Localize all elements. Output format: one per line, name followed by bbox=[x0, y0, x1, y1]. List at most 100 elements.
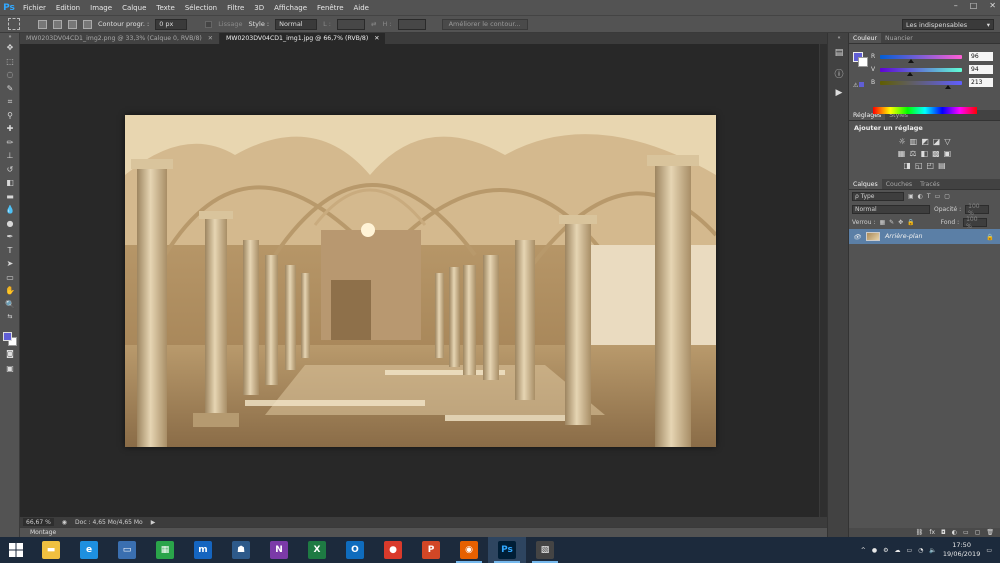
start-button[interactable] bbox=[0, 537, 32, 563]
minimize-button[interactable]: – bbox=[954, 1, 958, 10]
tray-settings-icon[interactable]: ⚙ bbox=[883, 547, 888, 554]
quick-selection-tool-icon[interactable]: ✎ bbox=[0, 82, 20, 96]
notifications-icon[interactable]: ▭ bbox=[986, 547, 992, 554]
taskbar-internet-explorer[interactable]: e bbox=[70, 537, 108, 563]
menu-fichier[interactable]: Fichier bbox=[18, 4, 51, 12]
menu-image[interactable]: Image bbox=[85, 4, 117, 12]
actions-panel-icon[interactable]: ▶ bbox=[828, 83, 850, 103]
photo-filter-icon[interactable]: ▩ bbox=[932, 149, 940, 158]
tray-network-icon[interactable]: ◔ bbox=[918, 547, 923, 554]
tray-onedrive-icon[interactable]: ☁ bbox=[894, 547, 900, 554]
history-brush-tool-icon[interactable]: ↺ bbox=[0, 163, 20, 177]
tab-couches[interactable]: Couches bbox=[882, 179, 916, 189]
opacity-input[interactable]: 100 % bbox=[965, 203, 990, 217]
blend-mode-select[interactable]: Normal bbox=[852, 205, 930, 214]
blue-slider-thumb[interactable] bbox=[945, 84, 952, 89]
close-icon[interactable]: ✕ bbox=[374, 35, 379, 42]
new-selection-icon[interactable] bbox=[38, 19, 47, 29]
lock-pixels-icon[interactable]: ▦ bbox=[879, 219, 885, 226]
vertical-scrollbar[interactable] bbox=[819, 44, 827, 517]
link-layers-icon[interactable]: ⛓ bbox=[916, 529, 924, 536]
taskbar-mail-app[interactable]: m bbox=[184, 537, 222, 563]
close-icon[interactable]: ✕ bbox=[208, 35, 213, 42]
taskbar-file-explorer[interactable]: ▬ bbox=[32, 537, 70, 563]
filter-adjust-icon[interactable]: ◐ bbox=[918, 193, 923, 200]
menu-calque[interactable]: Calque bbox=[117, 4, 151, 12]
lasso-tool-icon[interactable]: ◌ bbox=[0, 68, 20, 82]
green-slider-thumb[interactable] bbox=[907, 71, 914, 76]
color-balance-icon[interactable]: ⚖ bbox=[909, 149, 916, 158]
color-spectrum[interactable] bbox=[873, 107, 977, 114]
tray-chevron-icon[interactable]: ^ bbox=[861, 547, 866, 554]
gradient-tool-icon[interactable]: ▬ bbox=[0, 190, 20, 204]
brush-tool-icon[interactable]: ✏ bbox=[0, 136, 20, 150]
healing-brush-tool-icon[interactable]: ✚ bbox=[0, 122, 20, 136]
tab-img1[interactable]: MW0203DV04CD1_img1.jpg @ 66,7% (RVB/8) ✕ bbox=[219, 33, 386, 44]
canvas-area[interactable] bbox=[20, 44, 819, 517]
menu-edition[interactable]: Edition bbox=[51, 4, 85, 12]
blue-slider[interactable] bbox=[880, 80, 962, 89]
tray-battery-icon[interactable]: ▭ bbox=[906, 547, 912, 554]
panel-background-swatch[interactable] bbox=[858, 57, 868, 67]
swap-icon[interactable]: ⇄ bbox=[371, 20, 376, 28]
filter-pixel-icon[interactable]: ▣ bbox=[908, 193, 914, 200]
new-group-icon[interactable]: ▭ bbox=[963, 529, 969, 536]
swap-colors-icon[interactable]: ⇆ bbox=[0, 311, 20, 321]
channel-mixer-icon[interactable]: ▣ bbox=[944, 149, 952, 158]
gradient-map-icon[interactable]: ▤ bbox=[938, 161, 946, 170]
curves-icon[interactable]: ◩ bbox=[921, 137, 929, 146]
taskbar-defender[interactable]: ☗ bbox=[222, 537, 260, 563]
menu-3d[interactable]: 3D bbox=[249, 4, 269, 12]
taskbar-powerpoint[interactable]: P bbox=[412, 537, 450, 563]
tab-img2[interactable]: MW0203DV04CD1_img2.png @ 33,3% (Calque 0… bbox=[20, 33, 220, 44]
invert-icon[interactable]: ◨ bbox=[903, 161, 911, 170]
fill-input[interactable]: 100 % bbox=[963, 216, 988, 230]
layer-style-icon[interactable]: fx bbox=[929, 529, 935, 536]
path-selection-tool-icon[interactable]: ➤ bbox=[0, 257, 20, 271]
taskbar-store[interactable]: ▦ bbox=[146, 537, 184, 563]
width-input[interactable] bbox=[336, 18, 365, 30]
subtract-selection-icon[interactable] bbox=[68, 19, 77, 29]
add-selection-icon[interactable] bbox=[53, 19, 62, 29]
toolbar-collapse-icon[interactable]: » bbox=[0, 33, 20, 41]
lock-paint-icon[interactable]: ✎ bbox=[889, 219, 894, 226]
green-slider[interactable] bbox=[880, 67, 962, 76]
close-button[interactable]: ✕ bbox=[989, 1, 996, 10]
style-select[interactable]: Normal bbox=[275, 18, 318, 30]
menu-filtre[interactable]: Filtre bbox=[222, 4, 249, 12]
taskbar-onenote[interactable]: N bbox=[260, 537, 298, 563]
add-mask-icon[interactable]: ◘ bbox=[941, 529, 946, 536]
layer-filter-select[interactable]: ρ Type bbox=[852, 192, 904, 201]
lock-all-icon[interactable]: 🔒 bbox=[907, 219, 914, 226]
marquee-tool-preset-icon[interactable] bbox=[8, 18, 20, 30]
delete-layer-icon[interactable]: 🗑 bbox=[986, 529, 994, 536]
menu-fenetre[interactable]: Fenêtre bbox=[312, 4, 348, 12]
posterize-icon[interactable]: ◱ bbox=[915, 161, 923, 170]
menu-selection[interactable]: Sélection bbox=[180, 4, 222, 12]
tray-record-icon[interactable]: ● bbox=[872, 547, 877, 554]
workspace-select[interactable]: Les indispensables ▾ bbox=[902, 19, 994, 30]
menu-texte[interactable]: Texte bbox=[151, 4, 179, 12]
hue-saturation-icon[interactable]: ▦ bbox=[898, 149, 906, 158]
layer-row-arriere-plan[interactable]: 👁 Arrière-plan 🔒 bbox=[849, 229, 1000, 244]
status-menu-arrow-icon[interactable]: ▶ bbox=[151, 519, 156, 526]
shape-tool-icon[interactable]: ▭ bbox=[0, 271, 20, 285]
red-slider[interactable] bbox=[880, 54, 962, 63]
filter-shape-icon[interactable]: ▭ bbox=[935, 193, 941, 200]
lock-move-icon[interactable]: ✥ bbox=[898, 219, 903, 226]
menu-aide[interactable]: Aide bbox=[349, 4, 374, 12]
dock-collapse-icon[interactable]: « bbox=[828, 33, 850, 43]
filter-type-icon[interactable]: T bbox=[927, 193, 931, 200]
screen-mode-icon[interactable]: ▣ bbox=[0, 364, 20, 373]
tab-calques[interactable]: Calques bbox=[849, 179, 882, 189]
brightness-contrast-icon[interactable]: ☼ bbox=[898, 137, 905, 146]
visibility-eye-icon[interactable]: 👁 bbox=[853, 233, 861, 241]
gamut-warning-icon[interactable]: ⚠ bbox=[853, 82, 858, 89]
eraser-tool-icon[interactable]: ◧ bbox=[0, 176, 20, 190]
clone-stamp-tool-icon[interactable]: ⊥ bbox=[0, 149, 20, 163]
foreground-color-swatch[interactable] bbox=[3, 332, 12, 341]
green-value-input[interactable]: 94 bbox=[969, 65, 993, 74]
document-image[interactable] bbox=[125, 115, 716, 447]
marquee-tool-icon[interactable]: ⬚ bbox=[0, 55, 20, 69]
hand-tool-icon[interactable]: ✋ bbox=[0, 284, 20, 298]
